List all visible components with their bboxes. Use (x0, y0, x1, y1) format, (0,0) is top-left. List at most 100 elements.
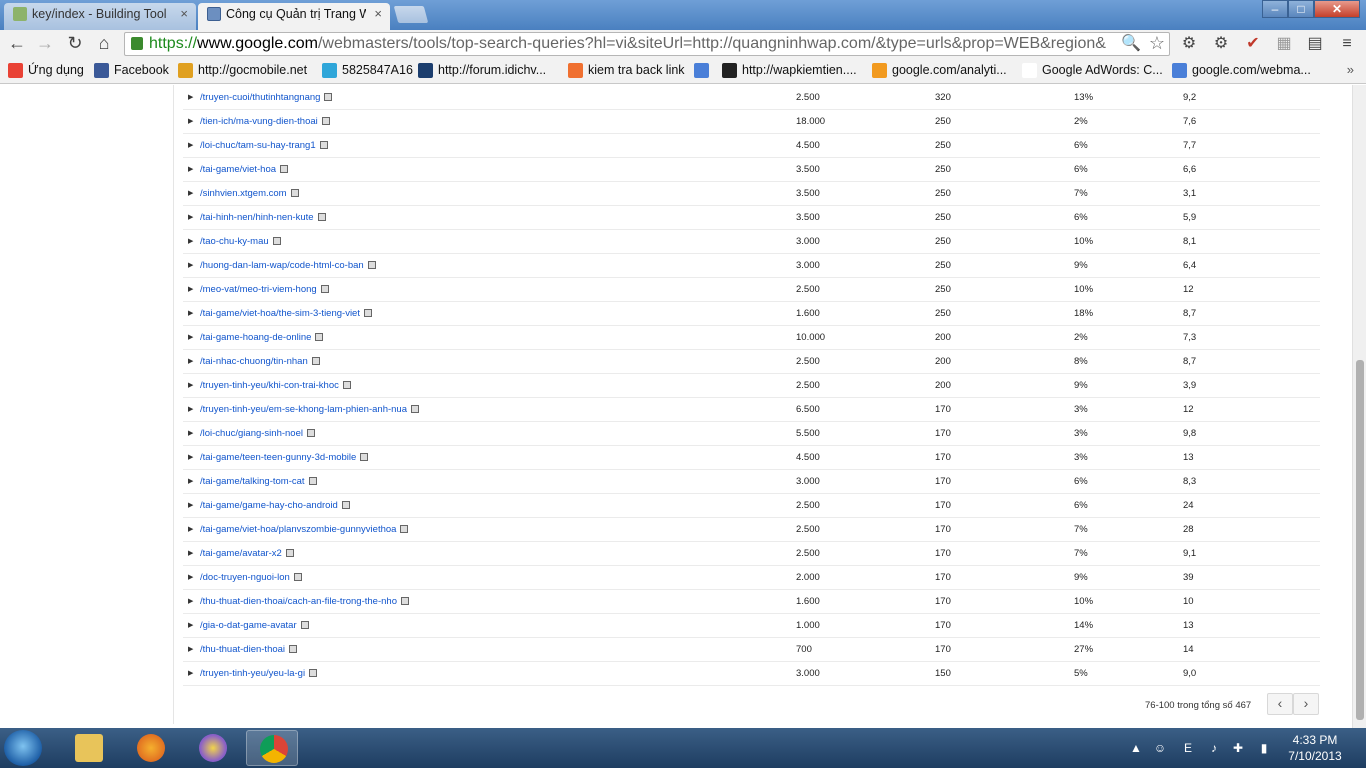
table-row[interactable]: ▶ /tai-game/teen-teen-gunny-3d-mobile 4.50… (183, 446, 1320, 470)
bookmark-item[interactable]: google.com/analyti... (872, 62, 1007, 80)
page-url-link[interactable]: /tai-game/teen-teen-gunny-3d-mobile (200, 446, 369, 469)
external-link-icon[interactable] (289, 645, 298, 653)
page-url-link[interactable]: /tien-ich/ma-vung-dien-thoai (200, 110, 330, 133)
expand-arrow-icon[interactable]: ▶ (188, 326, 194, 349)
external-link-icon[interactable] (306, 429, 315, 437)
expand-arrow-icon[interactable]: ▶ (188, 662, 194, 685)
bookmark-item[interactable]: http://forum.idichv... (418, 62, 546, 80)
expand-arrow-icon[interactable]: ▶ (188, 230, 194, 253)
page-url-link[interactable]: /meo-vat/meo-tri-viem-hong (200, 278, 329, 301)
page-url-link[interactable]: /truyen-tinh-yeu/yeu-la-gi (200, 662, 318, 685)
external-link-icon[interactable] (321, 117, 330, 125)
expand-arrow-icon[interactable]: ▶ (188, 278, 194, 301)
external-link-icon[interactable] (285, 549, 294, 557)
page-url-link[interactable]: /loi-chuc/giang-sinh-noel (200, 422, 315, 445)
table-row[interactable]: ▶ /tien-ich/ma-vung-dien-thoai 18.000 250 2%… (183, 110, 1320, 134)
expand-arrow-icon[interactable]: ▶ (188, 158, 194, 181)
external-link-icon[interactable] (342, 381, 351, 389)
volume-icon[interactable]: ♪ (1206, 740, 1222, 756)
page-url-link[interactable]: /truyen-tinh-yeu/khi-con-trai-khoc (200, 374, 351, 397)
external-link-icon[interactable] (309, 669, 318, 677)
table-row[interactable]: ▶ /tai-game/viet-hoa/planvszombie-gunnyvi… (183, 518, 1320, 542)
table-row[interactable]: ▶ /doc-truyen-nguoi-lon 2.000 170 9% 39 (183, 566, 1320, 590)
address-bar[interactable]: https://www.google.com/webmasters/tools/… (124, 32, 1170, 56)
external-link-icon[interactable] (290, 189, 299, 197)
tab-building-tool[interactable]: key/index - Building Tool × (4, 3, 196, 30)
tray-keyboard-icon[interactable]: E (1180, 740, 1196, 756)
external-link-icon[interactable] (400, 525, 409, 533)
table-row[interactable]: ▶ /tai-game/talking-tom-cat 3.000 170 6% 8,3 (183, 470, 1320, 494)
kaspersky-icon[interactable]: ✔ (1243, 34, 1263, 54)
bookmark-item[interactable]: Ứng dụng (8, 62, 84, 80)
table-row[interactable]: ▶ /tai-hinh-nen/hinh-nen-kute 3.500 250 6% 5,… (183, 206, 1320, 230)
table-row[interactable]: ▶ /truyen-tinh-yeu/khi-con-trai-khoc 2.500… (183, 374, 1320, 398)
external-link-icon[interactable] (315, 333, 324, 341)
tab-close-icon[interactable]: × (374, 3, 382, 25)
table-row[interactable]: ▶ /tai-game/viet-hoa/the-sim-3-tieng-viet… (183, 302, 1320, 326)
forward-icon[interactable]: → (34, 33, 56, 55)
expand-arrow-icon[interactable]: ▶ (188, 182, 194, 205)
menu-icon[interactable]: ≡ (1337, 34, 1357, 54)
expand-arrow-icon[interactable]: ▶ (188, 422, 194, 445)
reload-icon[interactable]: ↻ (64, 33, 86, 55)
page-url-link[interactable]: /thu-thuat-dien-thoai (200, 638, 298, 661)
home-icon[interactable]: ⌂ (93, 33, 115, 55)
table-row[interactable]: ▶ /tai-game/game-hay-cho-android 2.500 170 6… (183, 494, 1320, 518)
minimize-button[interactable]: – (1262, 0, 1288, 18)
bookmark-item[interactable]: http://wapkiemtien.... (722, 62, 857, 80)
scrollbar-thumb[interactable] (1356, 360, 1364, 720)
expand-arrow-icon[interactable]: ▶ (188, 254, 194, 277)
clock[interactable]: 4:33 PM 7/10/2013 (1280, 732, 1350, 764)
table-row[interactable]: ▶ /thu-thuat-dien-thoai 700 170 27% 14 (183, 638, 1320, 662)
taskbar-explorer[interactable] (62, 730, 114, 766)
page-url-link[interactable]: /tai-game/viet-hoa/planvszombie-gunnyvie… (200, 518, 409, 541)
table-row[interactable]: ▶ /truyen-tinh-yeu/em-se-khong-lam-phien-… (183, 398, 1320, 422)
expand-arrow-icon[interactable]: ▶ (188, 350, 194, 373)
table-row[interactable]: ▶ /gia-o-dat-game-avatar 1.000 170 14% 13 (183, 614, 1320, 638)
table-row[interactable]: ▶ /truyen-cuoi/thutinhtangnang 2.500 320 13%… (183, 86, 1320, 110)
expand-arrow-icon[interactable]: ▶ (188, 494, 194, 517)
table-row[interactable]: ▶ /huong-dan-lam-wap/code-html-co-ban 3.00… (183, 254, 1320, 278)
table-row[interactable]: ▶ /loi-chuc/tam-su-hay-trang1 4.500 250 6% 7,… (183, 134, 1320, 158)
new-tab-button[interactable] (393, 6, 429, 23)
expand-arrow-icon[interactable]: ▶ (188, 446, 194, 469)
external-link-icon[interactable] (411, 405, 419, 413)
settings-gear-icon[interactable]: ⚙ (1211, 34, 1231, 54)
expand-arrow-icon[interactable]: ▶ (188, 614, 194, 637)
expand-arrow-icon[interactable]: ▶ (188, 398, 194, 421)
expand-arrow-icon[interactable]: ▶ (188, 518, 194, 541)
expand-arrow-icon[interactable]: ▶ (188, 134, 194, 157)
back-icon[interactable]: ← (6, 33, 28, 55)
tray-expand-icon[interactable]: ▲ (1128, 740, 1144, 756)
page-url-link[interactable]: /tai-game-hoang-de-online (200, 326, 324, 349)
page-url-link[interactable]: /tai-game/avatar-x2 (200, 542, 294, 565)
extension-icon[interactable]: ▦ (1274, 34, 1294, 54)
next-page-button[interactable]: › (1293, 693, 1319, 715)
vertical-scrollbar[interactable] (1352, 85, 1366, 728)
table-row[interactable]: ▶ /loi-chuc/giang-sinh-noel 5.500 170 3% 9,8 (183, 422, 1320, 446)
expand-arrow-icon[interactable]: ▶ (188, 206, 194, 229)
page-url-link[interactable]: /thu-thuat-dien-thoai/cach-an-file-trong… (200, 590, 409, 613)
external-link-icon[interactable] (300, 621, 309, 629)
table-row[interactable]: ▶ /tai-nhac-chuong/tin-nhan 2.500 200 8% 8,7 (183, 350, 1320, 374)
zoom-icon[interactable]: 🔍 (1118, 33, 1141, 55)
external-link-icon[interactable] (280, 165, 289, 173)
external-link-icon[interactable] (324, 93, 333, 101)
table-row[interactable]: ▶ /thu-thuat-dien-thoai/cach-an-file-tron… (183, 590, 1320, 614)
external-link-icon[interactable] (341, 501, 350, 509)
page-url-link[interactable]: /tai-game/game-hay-cho-android (200, 494, 350, 517)
expand-arrow-icon[interactable]: ▶ (188, 86, 194, 109)
page-url-link[interactable]: /doc-truyen-nguoi-lon (200, 566, 302, 589)
external-link-icon[interactable] (319, 141, 328, 149)
external-link-icon[interactable] (293, 573, 302, 581)
bookmark-item[interactable]: Google AdWords: C... (1022, 62, 1163, 80)
expand-arrow-icon[interactable]: ▶ (188, 302, 194, 325)
page-url-link[interactable]: /huong-dan-lam-wap/code-html-co-ban (200, 254, 376, 277)
external-link-icon[interactable] (400, 597, 409, 605)
table-row[interactable]: ▶ /truyen-tinh-yeu/yeu-la-gi 3.000 150 5% 9,0 (183, 662, 1320, 686)
expand-arrow-icon[interactable]: ▶ (188, 110, 194, 133)
external-link-icon[interactable] (367, 261, 376, 269)
page-url-link[interactable]: /truyen-cuoi/thutinhtangnang (200, 86, 333, 109)
close-window-button[interactable]: ✕ (1314, 0, 1360, 18)
external-link-icon[interactable] (360, 453, 369, 461)
